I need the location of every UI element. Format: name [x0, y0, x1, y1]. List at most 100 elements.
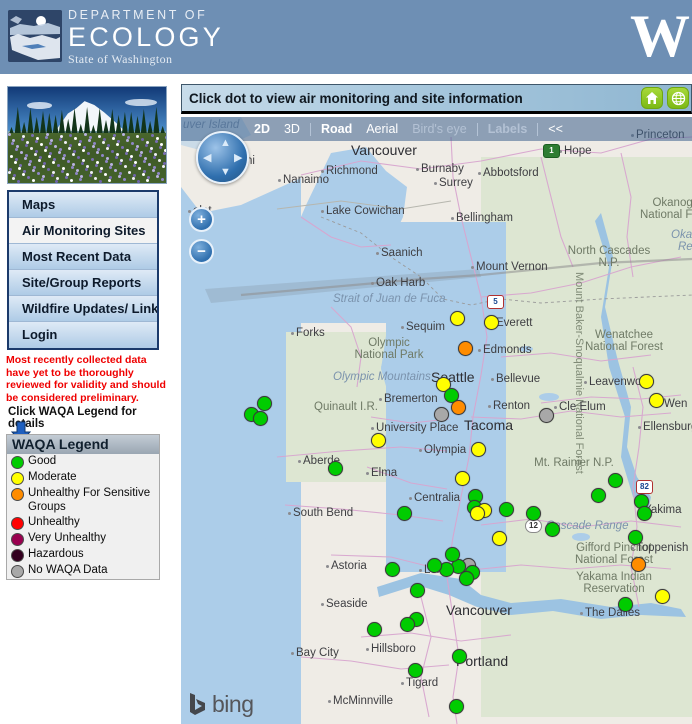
air-monitoring-site-dot[interactable]: [649, 393, 664, 408]
bing-wordmark: bing: [212, 693, 253, 716]
sidebar-item-wildfire-updates[interactable]: Wildfire Updates/ Links: [9, 296, 157, 322]
air-monitoring-site-dot[interactable]: [451, 400, 466, 415]
map-control-labels[interactable]: Labels: [481, 122, 535, 136]
map-control-collapse[interactable]: <<: [541, 122, 570, 136]
map-control-birds-eye[interactable]: Bird's eye: [405, 122, 474, 136]
map-control-3d[interactable]: 3D: [277, 122, 307, 136]
sidebar-nav: Maps Air Monitoring Sites Most Recent Da…: [7, 190, 159, 350]
air-monitoring-site-dot[interactable]: [631, 557, 646, 572]
map-city-marker: [291, 652, 294, 655]
map-city-marker: [491, 378, 494, 381]
zoom-in-button[interactable]: +: [189, 207, 214, 232]
legend-color-swatch: [11, 549, 24, 562]
air-monitoring-site-dot[interactable]: [492, 531, 507, 546]
highway-shield: 1: [543, 144, 560, 158]
air-monitoring-site-dot[interactable]: [257, 396, 272, 411]
sidebar-item-login[interactable]: Login: [9, 322, 157, 348]
air-monitoring-site-dot[interactable]: [499, 502, 514, 517]
air-monitoring-site-dot[interactable]: [434, 407, 449, 422]
air-monitoring-site-dot[interactable]: [655, 589, 670, 604]
map-city-marker: [291, 332, 294, 335]
air-monitoring-site-dot[interactable]: [449, 699, 464, 714]
zoom-out-button[interactable]: −: [189, 239, 214, 264]
globe-icon[interactable]: [667, 87, 689, 109]
pan-up-icon[interactable]: ▲: [220, 138, 231, 149]
map-city-marker: [478, 349, 481, 352]
map-city-marker: [434, 182, 437, 185]
air-monitoring-site-dot[interactable]: [618, 597, 633, 612]
air-monitoring-site-dot[interactable]: [253, 411, 268, 426]
air-monitoring-site-dot[interactable]: [545, 522, 560, 537]
legend-row: Unhealthy: [7, 515, 159, 531]
air-monitoring-site-dot[interactable]: [458, 341, 473, 356]
legend-color-swatch: [11, 488, 24, 501]
photo-cloud: [125, 99, 157, 107]
air-monitoring-site-dot[interactable]: [608, 473, 623, 488]
air-monitoring-site-dot[interactable]: [328, 461, 343, 476]
map-control-2d[interactable]: 2D: [247, 122, 277, 136]
air-monitoring-site-dot[interactable]: [470, 506, 485, 521]
sidebar-item-site-group-reports[interactable]: Site/Group Reports: [9, 270, 157, 296]
air-monitoring-site-dot[interactable]: [397, 506, 412, 521]
air-monitoring-site-dot[interactable]: [628, 530, 643, 545]
map-city-marker: [419, 569, 422, 572]
air-monitoring-site-dot[interactable]: [445, 547, 460, 562]
air-monitoring-site-dot[interactable]: [526, 506, 541, 521]
logo-line-state: State of Washington: [68, 52, 224, 67]
air-monitoring-site-dot[interactable]: [539, 408, 554, 423]
map-pan-control[interactable]: ▲ ▼ ◀ ▶: [196, 131, 249, 184]
legend-color-swatch: [11, 533, 24, 546]
air-monitoring-site-dot[interactable]: [450, 311, 465, 326]
legend-label: Very Unhealthy: [28, 532, 106, 546]
map-control-aerial[interactable]: Aerial: [359, 122, 405, 136]
air-monitoring-site-dot[interactable]: [484, 315, 499, 330]
air-monitoring-site-dot[interactable]: [591, 488, 606, 503]
legend-row: No WAQA Data: [7, 563, 159, 579]
air-monitoring-site-dot[interactable]: [455, 471, 470, 486]
air-monitoring-site-dot[interactable]: [367, 622, 382, 637]
pan-right-icon[interactable]: ▶: [234, 153, 242, 164]
legend-row: Unhealthy For Sensitive Groups: [7, 486, 159, 515]
bing-map-canvas[interactable]: uver IslandPrincetonHopeVancouverRichmon…: [181, 117, 692, 724]
map-city-marker: [416, 168, 419, 171]
sidebar-item-maps[interactable]: Maps: [9, 192, 157, 218]
divider: [537, 123, 538, 136]
map-control-road[interactable]: Road: [314, 122, 359, 136]
air-monitoring-site-dot[interactable]: [459, 571, 474, 586]
waqa-legend: WAQA Legend GoodModerateUnhealthy For Se…: [6, 434, 160, 580]
air-monitoring-site-dot[interactable]: [408, 663, 423, 678]
legend-row: Very Unhealthy: [7, 531, 159, 547]
waqa-legend-title[interactable]: WAQA Legend: [7, 435, 159, 454]
map-city-marker: [379, 398, 382, 401]
air-monitoring-site-dot[interactable]: [452, 649, 467, 664]
air-monitoring-site-dot[interactable]: [400, 617, 415, 632]
pan-left-icon[interactable]: ◀: [203, 153, 211, 164]
air-monitoring-site-dot[interactable]: [371, 433, 386, 448]
air-monitoring-site-dot[interactable]: [639, 374, 654, 389]
site-banner: DEPARTMENT OF ECOLOGY State of Washingto…: [0, 0, 692, 74]
air-monitoring-site-dot[interactable]: [637, 506, 652, 521]
map-city-marker: [321, 210, 324, 213]
air-monitoring-site-dot[interactable]: [427, 558, 442, 573]
pan-down-icon[interactable]: ▼: [220, 167, 231, 178]
legend-label: Moderate: [28, 471, 77, 485]
map-city-marker: [638, 426, 641, 429]
map-city-marker: [288, 512, 291, 515]
air-monitoring-site-dot[interactable]: [471, 442, 486, 457]
map-city-marker: [321, 603, 324, 606]
home-icon[interactable]: [641, 87, 663, 109]
waqa-legend-rows: GoodModerateUnhealthy For Sensitive Grou…: [7, 454, 159, 579]
map-city-marker: [366, 472, 369, 475]
map-city-marker: [478, 172, 481, 175]
legend-color-swatch: [11, 565, 24, 578]
sidebar-item-most-recent-data[interactable]: Most Recent Data: [9, 244, 157, 270]
air-monitoring-site-dot[interactable]: [385, 562, 400, 577]
map-city-marker: [401, 682, 404, 685]
sidebar-item-air-monitoring-sites[interactable]: Air Monitoring Sites: [9, 218, 157, 244]
legend-hint-text: Click WAQA Legend for details: [8, 406, 173, 430]
map-city-marker: [471, 266, 474, 269]
bing-attribution[interactable]: bing: [189, 692, 253, 716]
map-city-marker: [584, 381, 587, 384]
air-monitoring-site-dot[interactable]: [410, 583, 425, 598]
map-city-marker: [321, 170, 324, 173]
